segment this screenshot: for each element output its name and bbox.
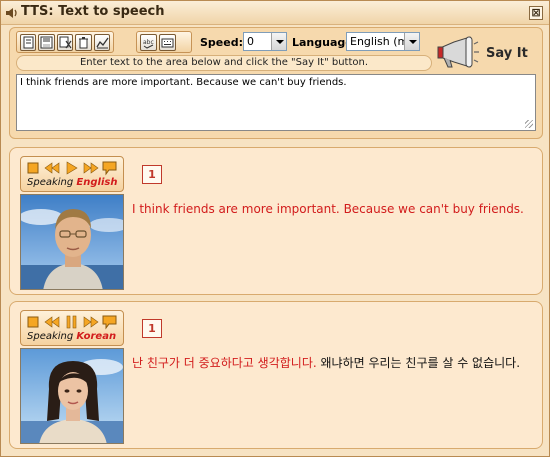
- sentence-number-badge[interactable]: 1: [142, 319, 162, 338]
- avatar-male: [20, 194, 124, 290]
- speed-select[interactable]: 0: [243, 32, 287, 51]
- speed-value: 0: [247, 35, 254, 48]
- spoken-text: 난 친구가 더 중요하다고 생각합니다. 왜냐하면 우리는 친구를 살 수 없습…: [132, 354, 534, 372]
- text-input-value: I think friends are more important. Beca…: [20, 77, 347, 88]
- tts-window: TTS: Text to speech ⊠ abc Speed: 0 Langu…: [0, 0, 550, 457]
- cut-icon[interactable]: [56, 33, 74, 51]
- delete-icon[interactable]: [75, 33, 92, 51]
- rewind-icon[interactable]: [44, 160, 61, 176]
- stop-icon[interactable]: [25, 160, 42, 176]
- caption-language: English: [76, 177, 118, 188]
- caption-language: Korean: [76, 331, 117, 342]
- save-icon[interactable]: [38, 33, 55, 51]
- speaking-caption: Speaking English: [27, 177, 117, 188]
- text-input[interactable]: I think friends are more important. Beca…: [16, 74, 536, 131]
- stop-icon[interactable]: [25, 314, 42, 330]
- fast-forward-icon[interactable]: [82, 160, 99, 176]
- play-icon[interactable]: [63, 160, 80, 176]
- chevron-down-icon[interactable]: [271, 33, 286, 50]
- spoken-remaining: 왜냐하면 우리는 친구를 살 수 없습니다.: [316, 356, 521, 370]
- say-it-label: Say It: [486, 46, 528, 61]
- playback-controls: Speaking Korean: [20, 310, 124, 346]
- speech-bubble-icon[interactable]: [101, 314, 118, 330]
- close-button[interactable]: ⊠: [529, 6, 543, 20]
- spellcheck-icon[interactable]: abc: [140, 33, 157, 51]
- sentence-number-badge[interactable]: 1: [142, 165, 162, 184]
- pause-icon[interactable]: [63, 314, 80, 330]
- file-toolbar: [16, 31, 114, 53]
- caption-prefix: Speaking: [27, 331, 77, 342]
- avatar-female: [20, 348, 124, 444]
- rewind-icon[interactable]: [44, 314, 61, 330]
- input-panel: abc Speed: 0 Language: English (ma Enter…: [9, 27, 543, 139]
- say-it-button[interactable]: Say It: [434, 36, 540, 72]
- megaphone-icon: [437, 36, 479, 68]
- speaking-panel-korean: Speaking Korean 1 난 친구가 더 중요하다고 생각합니다. 왜…: [9, 301, 543, 449]
- chevron-down-icon[interactable]: [404, 33, 419, 50]
- text-toolbar: abc: [136, 31, 192, 53]
- speed-label: Speed:: [200, 36, 243, 49]
- playback-controls: Speaking English: [20, 156, 124, 192]
- language-select[interactable]: English (ma: [346, 32, 420, 51]
- chart-icon[interactable]: [93, 33, 111, 51]
- speaking-panel-english: Speaking English 1 I think friends are m…: [9, 147, 543, 295]
- keyboard-icon[interactable]: [159, 33, 176, 51]
- instruction-hint: Enter text to the area below and click t…: [16, 55, 432, 71]
- resize-grip[interactable]: [525, 120, 533, 128]
- caption-prefix: Speaking: [27, 177, 77, 188]
- speech-bubble-icon[interactable]: [101, 160, 118, 176]
- window-title: TTS: Text to speech: [21, 4, 165, 19]
- title-bar: TTS: Text to speech ⊠: [1, 1, 549, 25]
- speaker-icon: [6, 8, 17, 18]
- spoken-highlighted: 난 친구가 더 중요하다고 생각합니다.: [132, 356, 317, 370]
- spoken-text: I think friends are more important. Beca…: [132, 200, 534, 218]
- speaking-caption: Speaking Korean: [27, 331, 116, 342]
- new-doc-icon[interactable]: [20, 33, 37, 51]
- spoken-highlighted: I think friends are more important. Beca…: [132, 202, 524, 216]
- fast-forward-icon[interactable]: [82, 314, 99, 330]
